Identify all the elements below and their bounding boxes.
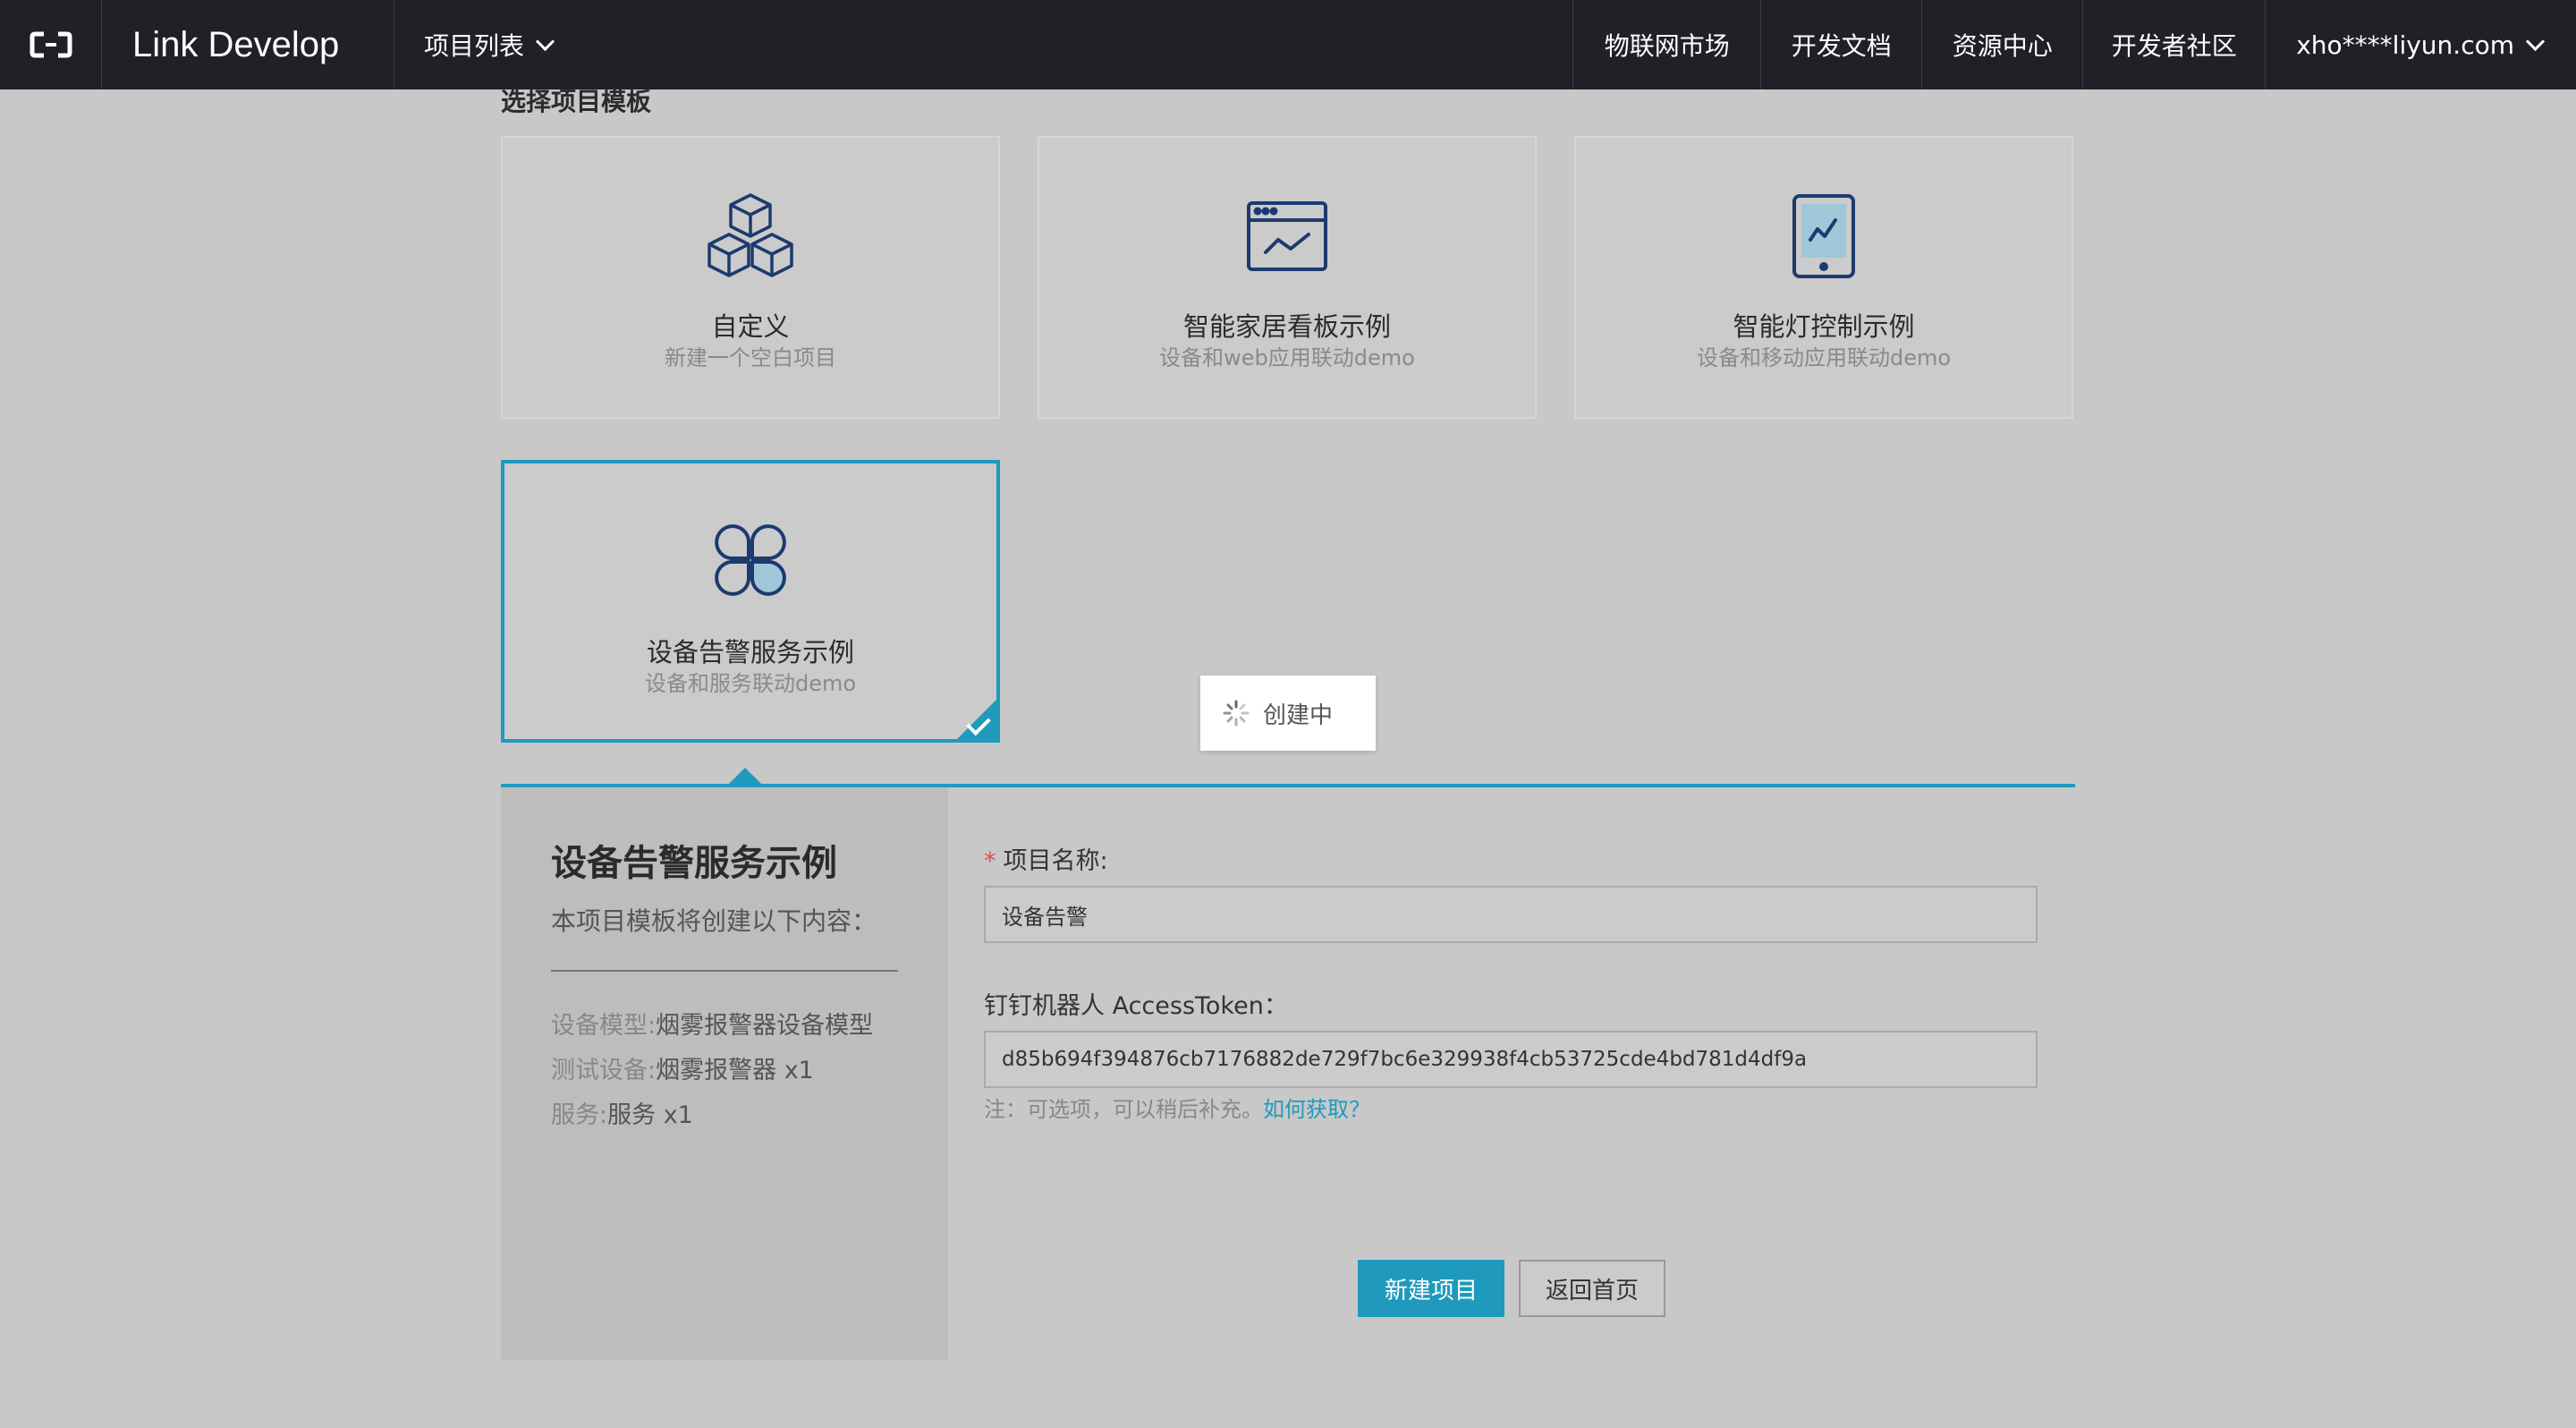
panel-pointer <box>729 768 761 784</box>
template-desc: 设备和web应用联动demo <box>1159 345 1415 370</box>
top-navbar: Link Develop 项目列表 物联网市场 开发文档 资源中心 开发者社区 … <box>0 0 2576 89</box>
user-email: xho****liyun.com <box>2296 30 2514 60</box>
logo[interactable] <box>0 0 102 89</box>
project-name-input[interactable]: 设备告警 <box>984 886 2038 943</box>
loading-toast: 创建中 <box>1200 676 1376 751</box>
access-token-label: 钉钉机器人 AccessToken： <box>984 992 1288 1020</box>
project-list-menu[interactable]: 项目列表 <box>394 0 626 89</box>
project-list-label: 项目列表 <box>424 31 525 61</box>
spinner-icon <box>1223 700 1250 727</box>
nav-dev-docs[interactable]: 开发文档 <box>1760 0 1921 89</box>
mobile-chart-icon <box>1792 194 1855 278</box>
summary-subtitle: 本项目模板将创建以下内容： <box>551 906 877 936</box>
summary-item: 服务:服务 x1 <box>551 1101 693 1129</box>
aliyun-logo-icon <box>30 31 72 58</box>
project-name-label: * 项目名称: <box>984 847 1108 875</box>
summary-title: 设备告警服务示例 <box>551 843 837 884</box>
required-mark: * <box>984 847 996 875</box>
section-title: 选择项目模板 <box>501 87 652 116</box>
token-hint: 注：可选项，可以稍后补充。如何获取？ <box>984 1097 1370 1122</box>
summary-item: 测试设备:烟雾报警器 x1 <box>551 1057 814 1084</box>
cubes-icon <box>708 193 793 277</box>
template-card-smart-home[interactable]: 智能家居看板示例 设备和web应用联动demo <box>1038 136 1537 419</box>
nav-dev-community[interactable]: 开发者社区 <box>2082 0 2265 89</box>
template-name: 智能灯控制示例 <box>1733 311 1915 342</box>
template-summary: 设备告警服务示例 本项目模板将创建以下内容： 设备模型:烟雾报警器设备模型 测试… <box>501 787 948 1360</box>
template-desc: 设备和移动应用联动demo <box>1696 345 1952 370</box>
summary-item: 设备模型:烟雾报警器设备模型 <box>551 1012 874 1040</box>
access-token-input[interactable]: d85b694f394876cb7176882de729f7bc6e329938… <box>984 1031 2038 1088</box>
brand-title[interactable]: Link Develop <box>132 0 339 89</box>
template-desc: 设备和服务联动demo <box>644 671 857 696</box>
template-card-device-alarm[interactable]: 设备告警服务示例 设备和服务联动demo <box>501 460 1000 743</box>
template-card-smart-light[interactable]: 智能灯控制示例 设备和移动应用联动demo <box>1574 136 2073 419</box>
template-card-custom[interactable]: 自定义 新建一个空白项目 <box>501 136 1000 419</box>
user-menu[interactable]: xho****liyun.com <box>2265 0 2576 89</box>
template-name: 智能家居看板示例 <box>1182 311 1391 342</box>
create-project-button[interactable]: 新建项目 <box>1358 1260 1504 1317</box>
how-to-get-link[interactable]: 如何获取？ <box>1263 1097 1370 1122</box>
loading-text: 创建中 <box>1263 701 1334 729</box>
template-desc: 新建一个空白项目 <box>665 345 836 370</box>
template-name: 设备告警服务示例 <box>646 637 854 667</box>
browser-chart-icon <box>1247 201 1327 271</box>
chevron-down-icon <box>2525 31 2546 51</box>
template-name: 自定义 <box>711 311 790 342</box>
back-home-button[interactable]: 返回首页 <box>1519 1260 1665 1317</box>
divider <box>551 970 898 972</box>
clover-icon <box>715 524 786 596</box>
nav-resource-center[interactable]: 资源中心 <box>1921 0 2082 89</box>
chevron-down-icon <box>535 31 555 51</box>
nav-iot-market[interactable]: 物联网市场 <box>1572 0 1760 89</box>
